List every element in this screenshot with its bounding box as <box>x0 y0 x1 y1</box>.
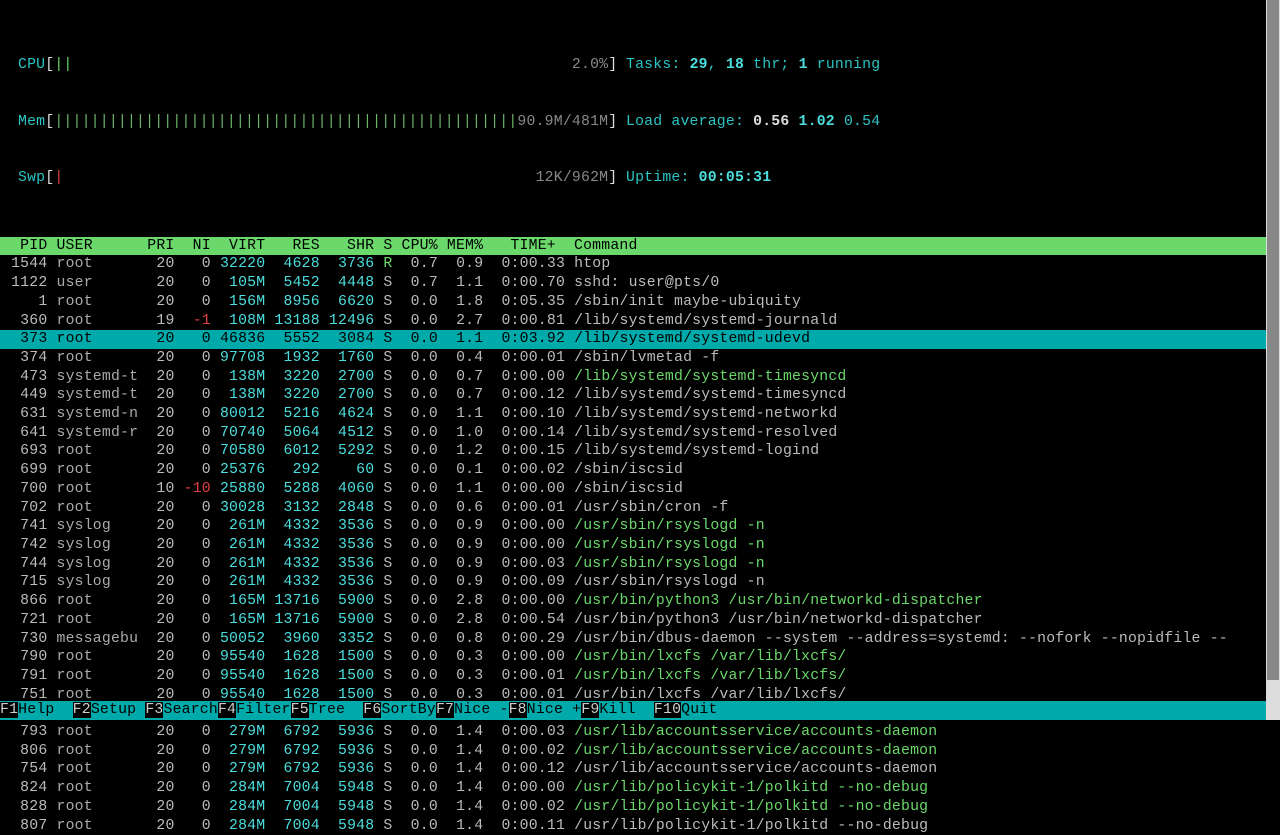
process-row[interactable]: 360 root 19 -1 108M 13188 12496 S 0.0 2.… <box>0 312 1280 331</box>
process-row[interactable]: 721 root 20 0 165M 13716 5900 S 0.0 2.8 … <box>0 611 1280 630</box>
swp-meter: Swp[| 12K/962M] <box>18 169 608 188</box>
process-row[interactable]: 791 root 20 0 95540 1628 1500 S 0.0 0.3 … <box>0 667 1280 686</box>
process-row[interactable]: 699 root 20 0 25376 292 60 S 0.0 0.1 0:0… <box>0 461 1280 480</box>
process-row[interactable]: 807 root 20 0 284M 7004 5948 S 0.0 1.4 0… <box>0 817 1280 835</box>
process-row[interactable]: 806 root 20 0 279M 6792 5936 S 0.0 1.4 0… <box>0 742 1280 761</box>
process-row[interactable]: 1122 user 20 0 105M 5452 4448 S 0.7 1.1 … <box>0 274 1280 293</box>
process-row[interactable]: 828 root 20 0 284M 7004 5948 S 0.0 1.4 0… <box>0 798 1280 817</box>
load-line: Load average: 0.56 1.02 0.54 <box>626 113 880 132</box>
process-row[interactable]: 374 root 20 0 97708 1932 1760 S 0.0 0.4 … <box>0 349 1280 368</box>
header: CPU[|| 2.0%] Mem[|||||||||||||||||||||||… <box>0 0 1280 225</box>
process-row[interactable]: 742 syslog 20 0 261M 4332 3536 S 0.0 0.9… <box>0 536 1280 555</box>
process-row[interactable]: 866 root 20 0 165M 13716 5900 S 0.0 2.8 … <box>0 592 1280 611</box>
process-row[interactable]: 1 root 20 0 156M 8956 6620 S 0.0 1.8 0:0… <box>0 293 1280 312</box>
tasks-line: Tasks: 29, 18 thr; 1 running <box>626 56 880 75</box>
process-row[interactable]: 1544 root 20 0 32220 4628 3736 R 0.7 0.9… <box>0 255 1280 274</box>
process-row[interactable]: 449 systemd-t 20 0 138M 3220 2700 S 0.0 … <box>0 386 1280 405</box>
mem-meter: Mem[||||||||||||||||||||||||||||||||||||… <box>18 113 608 132</box>
process-row[interactable]: 631 systemd-n 20 0 80012 5216 4624 S 0.0… <box>0 405 1280 424</box>
process-row[interactable]: 702 root 20 0 30028 3132 2848 S 0.0 0.6 … <box>0 499 1280 518</box>
process-row[interactable]: 790 root 20 0 95540 1628 1500 S 0.0 0.3 … <box>0 648 1280 667</box>
process-row[interactable]: 824 root 20 0 284M 7004 5948 S 0.0 1.4 0… <box>0 779 1280 798</box>
process-row[interactable]: 700 root 10 -10 25880 5288 4060 S 0.0 1.… <box>0 480 1280 499</box>
process-row[interactable]: 793 root 20 0 279M 6792 5936 S 0.0 1.4 0… <box>0 723 1280 742</box>
process-row[interactable]: 744 syslog 20 0 261M 4332 3536 S 0.0 0.9… <box>0 555 1280 574</box>
process-row[interactable]: 373 root 20 0 46836 5552 3084 S 0.0 1.1 … <box>0 330 1280 349</box>
process-row[interactable]: 473 systemd-t 20 0 138M 3220 2700 S 0.0 … <box>0 368 1280 387</box>
stats: Tasks: 29, 18 thr; 1 running Load averag… <box>608 19 880 225</box>
process-row[interactable]: 693 root 20 0 70580 6012 5292 S 0.0 1.2 … <box>0 442 1280 461</box>
uptime-line: Uptime: 00:05:31 <box>626 169 880 188</box>
process-row[interactable]: 741 syslog 20 0 261M 4332 3536 S 0.0 0.9… <box>0 517 1280 536</box>
process-row[interactable]: 754 root 20 0 279M 6792 5936 S 0.0 1.4 0… <box>0 760 1280 779</box>
meters: CPU[|| 2.0%] Mem[|||||||||||||||||||||||… <box>18 19 608 225</box>
function-bar[interactable]: F1Help F2Setup F3SearchF4FilterF5Tree F6… <box>0 701 1266 720</box>
process-row[interactable]: 730 messagebu 20 0 50052 3960 3352 S 0.0… <box>0 630 1280 649</box>
scrollbar[interactable] <box>1266 0 1280 720</box>
process-list[interactable]: 1544 root 20 0 32220 4628 3736 R 0.7 0.9… <box>0 255 1280 835</box>
cpu-meter: CPU[|| 2.0%] <box>18 56 608 75</box>
process-row[interactable]: 715 syslog 20 0 261M 4332 3536 S 0.0 0.9… <box>0 573 1280 592</box>
process-row[interactable]: 641 systemd-r 20 0 70740 5064 4512 S 0.0… <box>0 424 1280 443</box>
process-columns-header[interactable]: PID USER PRI NI VIRT RES SHR S CPU% MEM%… <box>0 237 1280 256</box>
scrollbar-thumb[interactable] <box>1267 0 1279 680</box>
